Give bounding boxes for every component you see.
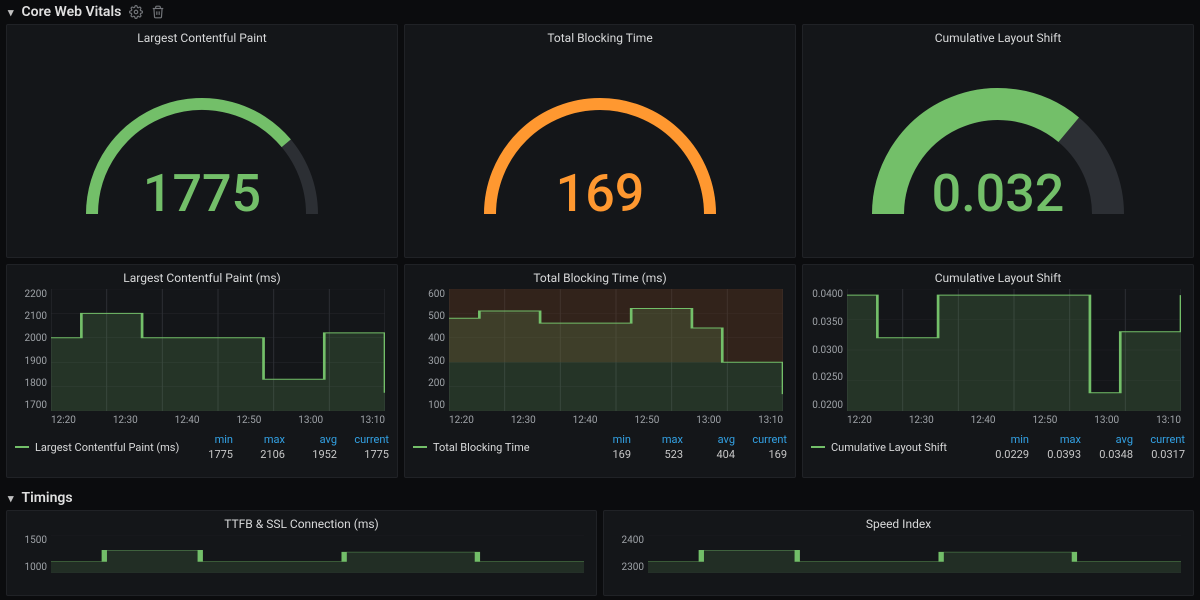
legend-dash-icon [15,446,29,448]
gauge-value: 169 [450,163,750,224]
chart-body: 600500400300200100 12:2012:3012:4012:501… [413,289,787,429]
section-title: Timings [22,490,73,506]
legend-label: Total Blocking Time [433,441,530,454]
chart-body: 0.04000.03500.03000.02500.0200 12:2012:3… [811,289,1185,429]
chart-legend: Cumulative Layout Shift min0.0229 max0.0… [811,429,1185,461]
chart-body: 15001000 [15,535,588,591]
chart-legend: Total Blocking Time min169 max523 avg404… [413,429,787,461]
trash-icon[interactable] [151,5,165,19]
timings-row: TTFB & SSL Connection (ms) 15001000 Spee… [0,510,1200,596]
section-header-cwv[interactable]: ▾ Core Web Vitals [0,0,1200,24]
cwv-gauges-row: Largest Contentful Paint 1775 Total Bloc… [0,24,1200,258]
panel-title: Largest Contentful Paint (ms) [15,271,389,285]
cwv-charts-row: Largest Contentful Paint (ms) 2200210020… [0,264,1200,478]
section-title: Core Web Vitals [22,4,122,20]
chart-body: 24002300 [612,535,1185,591]
chart-panel-0[interactable]: Largest Contentful Paint (ms) 2200210020… [6,264,398,478]
chart-legend: Largest Contentful Paint (ms) min1775 ma… [15,429,389,461]
legend-dash-icon [811,446,825,448]
panel-title: Cumulative Layout Shift [811,271,1185,285]
panel-title: TTFB & SSL Connection (ms) [15,517,588,531]
panel-title: Largest Contentful Paint [15,31,389,45]
timings-panel-1[interactable]: Speed Index 24002300 [603,510,1194,596]
gear-icon[interactable] [129,5,143,19]
gauge-panel-0[interactable]: Largest Contentful Paint 1775 [6,24,398,258]
legend-dash-icon [413,446,427,448]
chevron-down-icon: ▾ [8,492,14,505]
panel-title: Cumulative Layout Shift [811,31,1185,45]
chart-panel-1[interactable]: Total Blocking Time (ms) 600500400300200… [404,264,796,478]
gauge-panel-1[interactable]: Total Blocking Time 169 [404,24,796,258]
chevron-down-icon: ▾ [8,6,14,19]
legend-label: Cumulative Layout Shift [831,441,947,454]
panel-title: Total Blocking Time (ms) [413,271,787,285]
gauge-value: 0.032 [848,163,1148,224]
panel-title: Total Blocking Time [413,31,787,45]
gauge: 1775 [15,49,389,249]
legend-label: Largest Contentful Paint (ms) [35,441,179,454]
chart-body: 220021002000190018001700 12:2012:3012:40… [15,289,389,429]
section-header-timings[interactable]: ▾ Timings [0,486,1200,510]
gauge-panel-2[interactable]: Cumulative Layout Shift 0.032 [802,24,1194,258]
gauge-value: 1775 [52,163,352,224]
gauge: 169 [413,49,787,249]
gauge: 0.032 [811,49,1185,249]
chart-panel-2[interactable]: Cumulative Layout Shift 0.04000.03500.03… [802,264,1194,478]
panel-title: Speed Index [612,517,1185,531]
timings-panel-0[interactable]: TTFB & SSL Connection (ms) 15001000 [6,510,597,596]
